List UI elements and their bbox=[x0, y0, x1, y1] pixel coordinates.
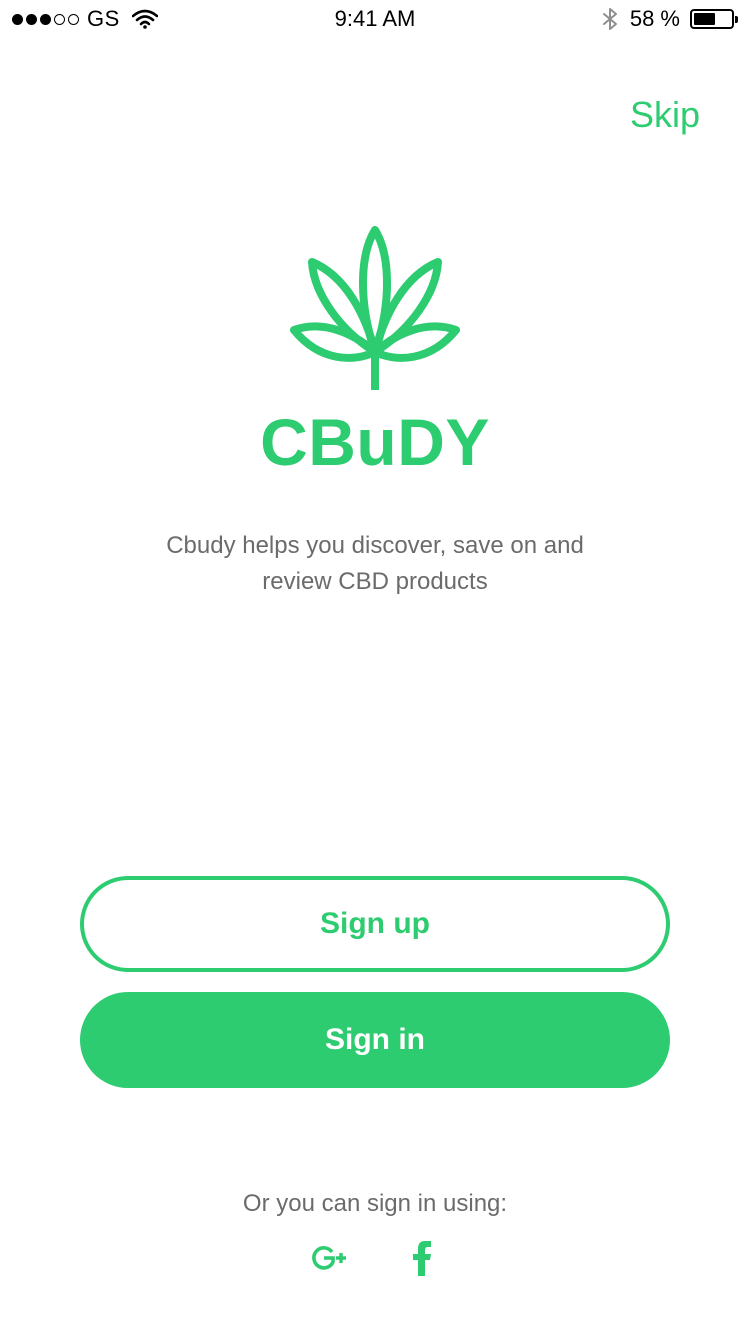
cannabis-leaf-icon bbox=[290, 226, 460, 390]
google-plus-icon bbox=[312, 1246, 346, 1270]
welcome-screen: GS 9:41 AM 58 % Skip CBuDY Cbudy helps y… bbox=[0, 0, 750, 1334]
sign-up-button[interactable]: Sign up bbox=[80, 876, 670, 972]
social-sign-in-prompt: Or you can sign in using: bbox=[242, 1190, 508, 1217]
sign-in-button[interactable]: Sign in bbox=[80, 992, 670, 1088]
battery-level bbox=[694, 13, 715, 25]
bluetooth-icon bbox=[602, 8, 617, 30]
brand-name: CBuDY bbox=[260, 405, 490, 479]
google-sign-in-button[interactable] bbox=[308, 1238, 352, 1278]
facebook-sign-in-button[interactable] bbox=[404, 1238, 440, 1278]
status-bar: GS 9:41 AM 58 % bbox=[0, 0, 750, 40]
status-right: 58 % bbox=[602, 6, 738, 32]
facebook-icon bbox=[413, 1241, 431, 1276]
battery-percent: 58 % bbox=[629, 6, 680, 31]
skip-button[interactable]: Skip bbox=[630, 94, 700, 136]
sign-in-label: Sign in bbox=[325, 1023, 425, 1056]
sign-up-label: Sign up bbox=[320, 907, 430, 940]
tagline: Cbudy helps you discover, save on and re… bbox=[166, 532, 584, 595]
battery-icon bbox=[690, 9, 738, 29]
